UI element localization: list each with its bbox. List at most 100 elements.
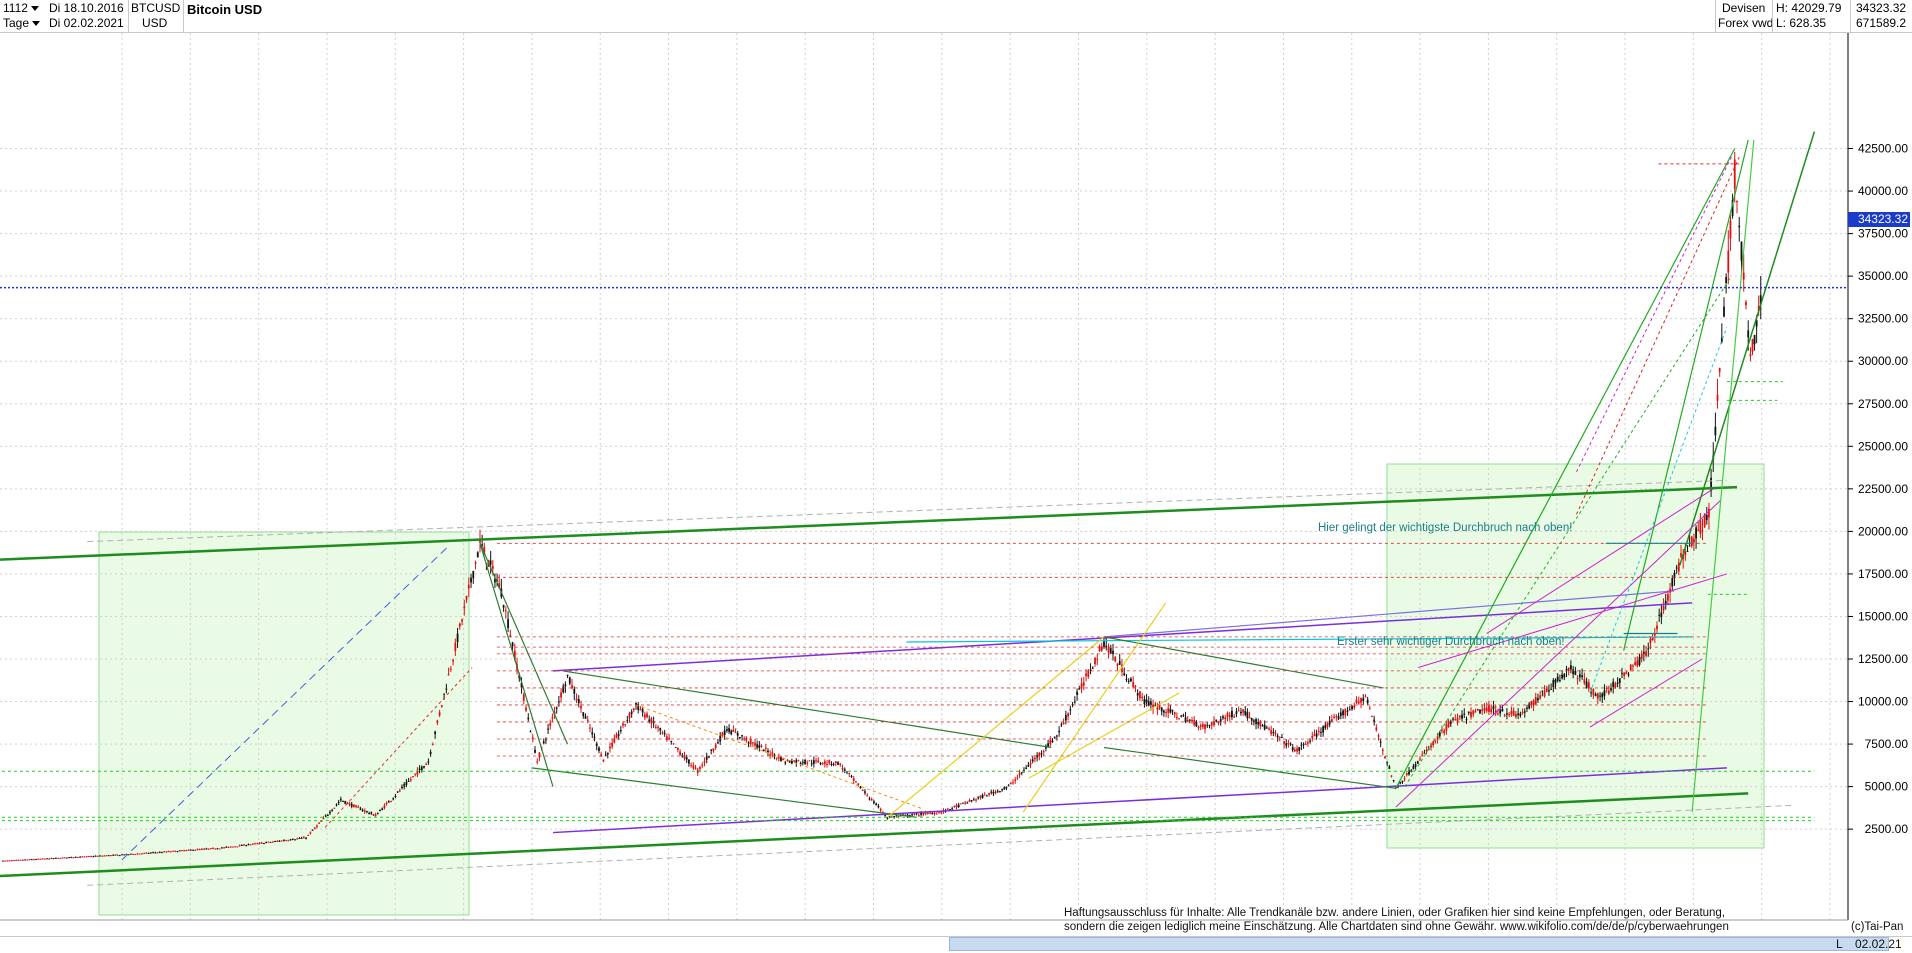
candle (568, 677, 571, 684)
candle (562, 686, 565, 693)
candle (1180, 715, 1183, 717)
candle (1443, 730, 1446, 734)
candle (234, 846, 237, 848)
id-selector[interactable]: 1112 (3, 1, 39, 16)
candle (1053, 736, 1056, 738)
candle (1390, 775, 1393, 777)
candle (420, 766, 423, 770)
candle (839, 763, 842, 765)
candle (434, 731, 437, 735)
candle (545, 739, 547, 741)
candle (1649, 638, 1652, 644)
candle (1503, 714, 1506, 716)
candle (1069, 709, 1072, 711)
candle (1723, 306, 1725, 317)
candle (1091, 667, 1094, 669)
time-scrollbar[interactable] (949, 937, 1889, 951)
candle (1307, 742, 1309, 744)
candle (81, 856, 84, 858)
candle (1067, 713, 1069, 717)
candle (714, 744, 717, 748)
candle (1342, 710, 1344, 716)
chevron-down-icon (30, 6, 39, 12)
candle (1326, 723, 1329, 727)
candle (447, 674, 450, 676)
candle (15, 859, 18, 861)
candle (50, 858, 53, 860)
candle (260, 842, 263, 844)
candle (280, 840, 283, 842)
candle (1040, 753, 1043, 755)
candle (1096, 658, 1099, 660)
candle (363, 810, 366, 812)
candle (1638, 656, 1641, 665)
candle (1543, 691, 1546, 697)
candle (227, 846, 230, 848)
candle (326, 814, 329, 816)
candle (300, 837, 303, 839)
candle (1007, 785, 1010, 787)
candle (1745, 301, 1747, 306)
candle (61, 857, 64, 859)
candle (701, 764, 704, 766)
candle (4, 860, 7, 862)
candle (705, 756, 708, 760)
candle (1592, 689, 1595, 695)
candle (864, 791, 866, 793)
candle (1521, 711, 1524, 713)
candle (999, 791, 1001, 793)
candle (1695, 527, 1697, 539)
candle (595, 743, 598, 747)
candle (985, 795, 988, 797)
period-low: L: 628.35 (1776, 16, 1827, 30)
candle (1231, 710, 1233, 718)
candle (431, 744, 434, 746)
candle (322, 818, 325, 820)
candle (663, 732, 666, 734)
candle (55, 857, 57, 859)
candle (123, 854, 126, 856)
crash-line (479, 543, 569, 745)
currency: USD (142, 16, 168, 30)
candle (1298, 747, 1301, 751)
candle (1156, 707, 1159, 710)
candle (1089, 669, 1092, 671)
candle (1333, 716, 1335, 719)
candle (1585, 681, 1588, 688)
candle (1423, 752, 1426, 754)
candle (710, 749, 713, 751)
candle (1616, 682, 1619, 684)
candle (105, 855, 108, 857)
candle (121, 854, 123, 856)
candle (1636, 660, 1639, 667)
candle (1029, 763, 1032, 765)
candle (205, 848, 208, 850)
candle (92, 856, 95, 858)
candle (850, 775, 853, 777)
candle (331, 810, 334, 812)
candle (946, 808, 949, 810)
candle (46, 858, 48, 860)
candle (1034, 757, 1036, 760)
candle (212, 848, 214, 850)
candle (1344, 708, 1347, 716)
candle (85, 856, 88, 858)
candle (522, 694, 525, 701)
candle (1244, 711, 1247, 715)
candle (861, 789, 864, 791)
candle (333, 807, 336, 809)
candle (398, 790, 401, 792)
candle (507, 619, 509, 629)
candle (1313, 734, 1316, 736)
period-selector[interactable]: Tage (3, 16, 41, 31)
volume: 671589.2 (1856, 16, 1907, 30)
candle (1272, 732, 1275, 734)
candle (254, 843, 257, 845)
candle (832, 763, 835, 765)
disclaimer-line1: Haftungsausschluss für Inhalte: Alle Tre… (1064, 907, 1726, 919)
candle (132, 853, 134, 855)
candle (1085, 673, 1087, 677)
candle (1257, 722, 1260, 725)
candle (1379, 741, 1382, 743)
candle (1167, 708, 1170, 713)
